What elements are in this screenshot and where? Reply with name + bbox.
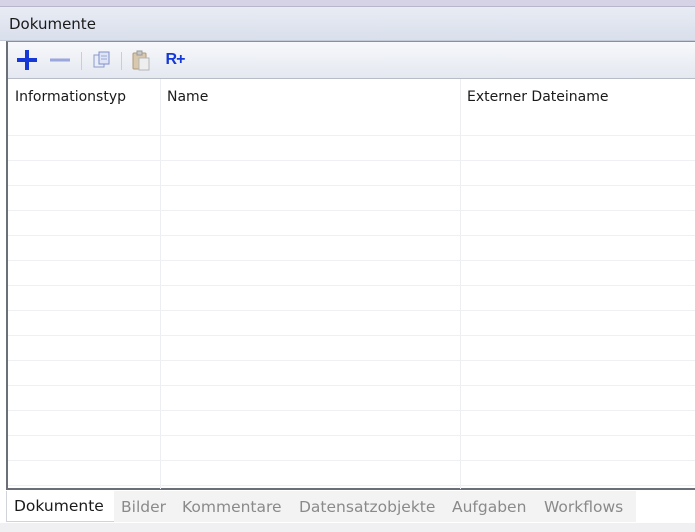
copy-icon: [93, 51, 110, 68]
minus-icon: [50, 58, 70, 62]
add-button[interactable]: [14, 48, 40, 72]
toolbar-separator: [81, 52, 82, 70]
tab-bar: Dokumente Bilder Kommentare Datensatzobj…: [6, 491, 695, 523]
toolbar: R+: [8, 42, 695, 79]
table-row[interactable]: [8, 386, 695, 411]
column-header-name[interactable]: Name: [160, 79, 460, 135]
table-row[interactable]: [8, 261, 695, 286]
table-row[interactable]: [8, 211, 695, 236]
r-plus-icon: R+: [165, 51, 186, 68]
tab-datensatzobjekte[interactable]: Datensatzobjekte: [292, 491, 445, 522]
column-header-externer-dateiname[interactable]: Externer Dateiname: [460, 79, 695, 135]
add-relation-button[interactable]: R+: [162, 48, 188, 72]
table-row[interactable]: [8, 161, 695, 186]
table-row[interactable]: [8, 411, 695, 436]
tab-dokumente[interactable]: Dokumente: [6, 491, 115, 522]
bottom-strip: [0, 523, 695, 532]
remove-button[interactable]: [47, 48, 73, 72]
table-row[interactable]: [8, 361, 695, 386]
table-row[interactable]: [8, 186, 695, 211]
column-header-informationstyp[interactable]: Informationstyp: [8, 79, 160, 135]
panel-title: Dokumente: [9, 15, 96, 33]
documents-grid[interactable]: Informationstyp Name Externer Dateiname: [8, 79, 695, 489]
documents-window: Dokumente R+ Informationstyp Name Extern…: [0, 0, 695, 532]
table-row[interactable]: [8, 461, 695, 486]
grid-header: Informationstyp Name Externer Dateiname: [8, 79, 695, 136]
table-row[interactable]: [8, 436, 695, 461]
tab-aufgaben[interactable]: Aufgaben: [445, 491, 537, 522]
table-row[interactable]: [8, 136, 695, 161]
tab-bilder[interactable]: Bilder: [114, 491, 175, 522]
table-row[interactable]: [8, 286, 695, 311]
plus-icon: [17, 50, 37, 70]
table-row[interactable]: [8, 336, 695, 361]
copy-button[interactable]: [89, 48, 115, 72]
paste-button[interactable]: [128, 48, 154, 72]
tab-workflows[interactable]: Workflows: [537, 491, 636, 522]
table-row[interactable]: [8, 311, 695, 336]
tab-kommentare[interactable]: Kommentare: [175, 491, 292, 522]
table-row[interactable]: [8, 236, 695, 261]
panel-header: Dokumente: [0, 7, 695, 41]
paste-icon: [132, 50, 150, 71]
window-top-border: [0, 0, 695, 7]
toolbar-separator: [121, 52, 122, 70]
